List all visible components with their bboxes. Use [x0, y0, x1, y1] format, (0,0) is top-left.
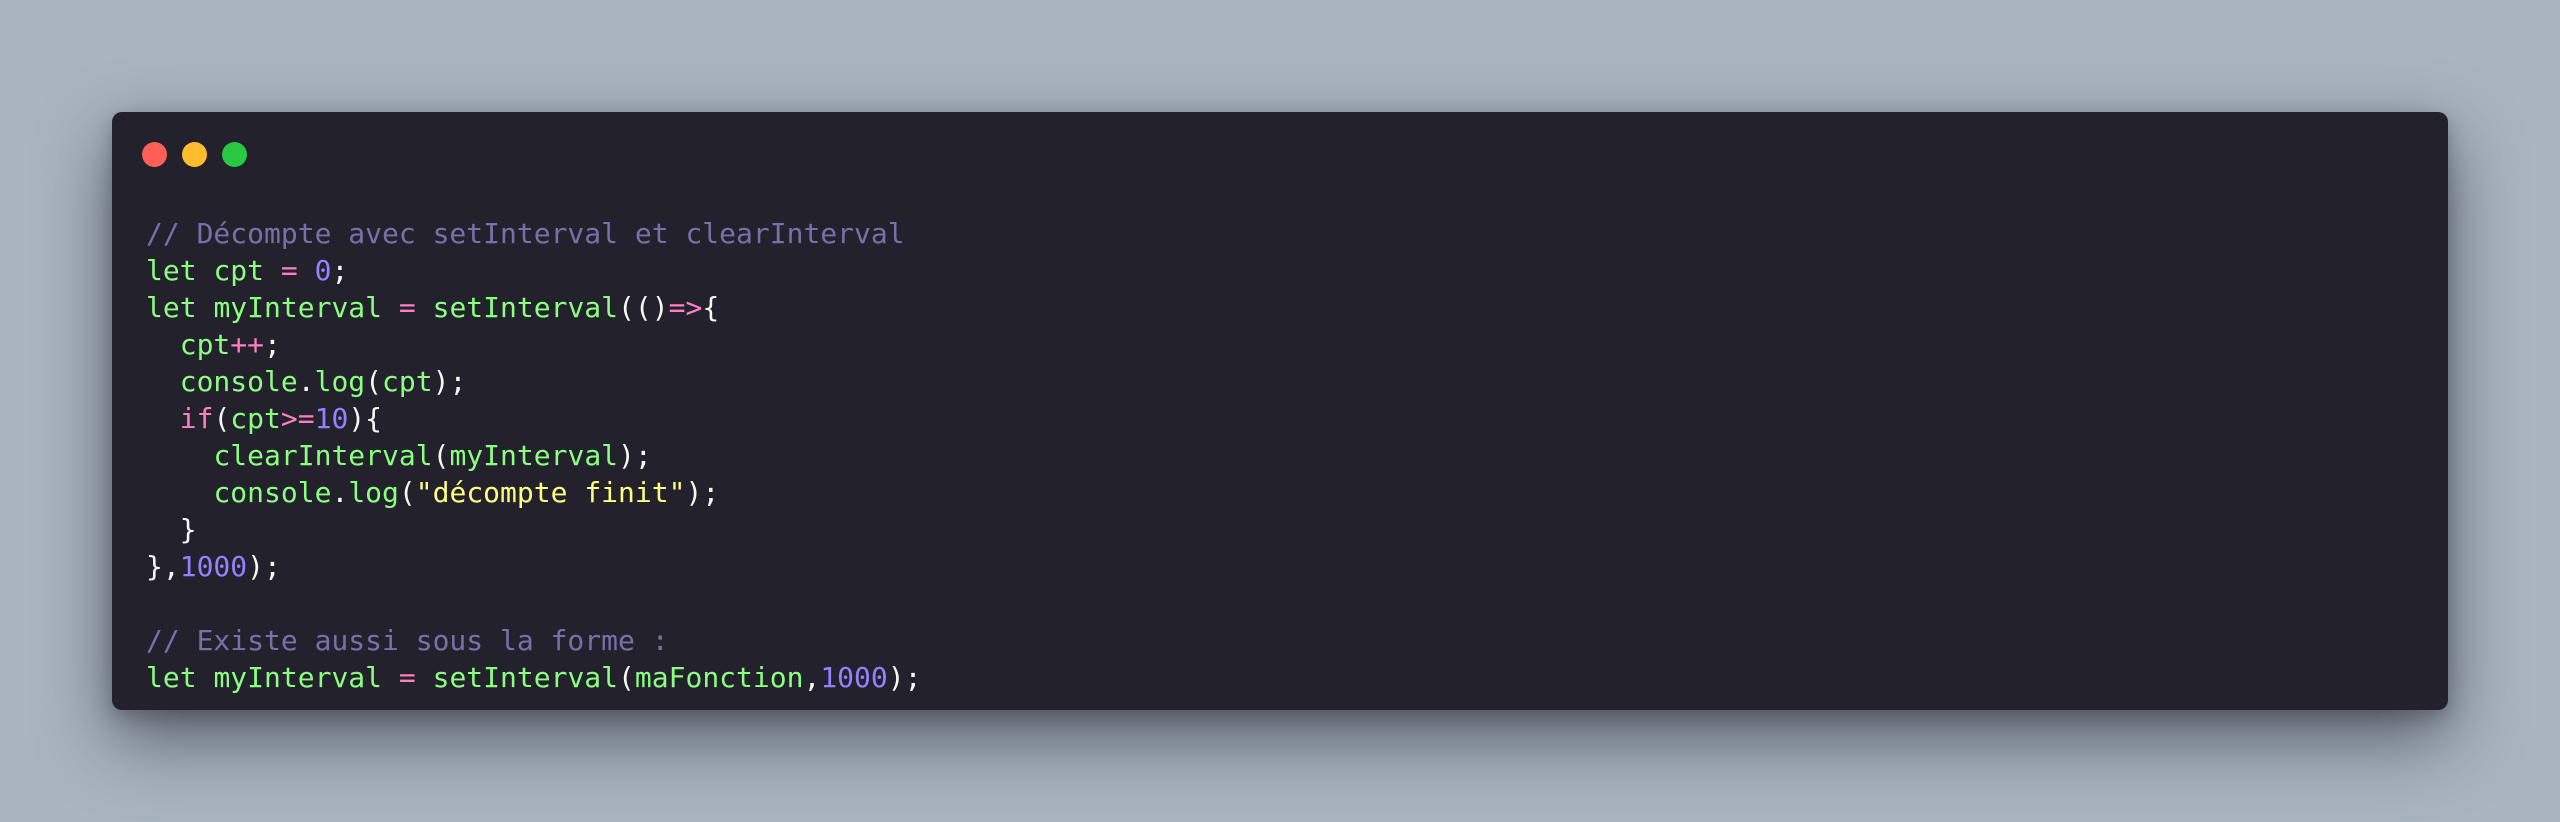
code-token-var: myInterval — [213, 291, 383, 324]
minimize-icon[interactable] — [182, 142, 207, 167]
code-token-op: = — [280, 254, 298, 287]
code-line: console.log("décompte finit"); — [146, 474, 921, 511]
code-token-punc: }, — [146, 550, 180, 583]
code-token-punc: ; — [331, 254, 349, 287]
code-token-punc: . — [297, 365, 315, 398]
code-token-punc: ( — [398, 476, 416, 509]
code-token-punc: ( — [365, 365, 383, 398]
code-token-var: cpt — [230, 402, 281, 435]
code-token-num: 1000 — [820, 661, 888, 694]
code-token-var: cpt — [179, 328, 231, 361]
code-token-punc: ); — [685, 476, 720, 509]
code-token-var: myInterval — [213, 661, 383, 694]
code-token-fn: log — [314, 365, 366, 398]
code-token-punc: ; — [264, 328, 281, 361]
code-token-var: cpt — [382, 365, 433, 398]
code-token-keyword: let — [146, 291, 197, 324]
code-token-comment: // Décompte avec setInterval et clearInt… — [146, 217, 905, 250]
code-token-punc: . — [331, 476, 349, 509]
code-line: },1000); — [146, 548, 921, 585]
code-token-var: myInterval — [449, 439, 619, 472]
code-token-comment: // Existe aussi sous la forme : — [146, 624, 669, 657]
code-token-punc: } — [146, 513, 197, 546]
code-line: let myInterval = setInterval(maFonction,… — [146, 659, 921, 696]
code-token-num: 0 — [314, 254, 332, 287]
code-block: // Décompte avec setInterval et clearInt… — [146, 215, 921, 696]
code-token-punc: (() — [618, 291, 669, 324]
code-line: clearInterval(myInterval); — [146, 437, 921, 474]
code-line: // Existe aussi sous la forme : — [146, 622, 921, 659]
code-token-punc: ( — [432, 439, 450, 472]
window-controls — [142, 142, 247, 167]
code-token-punc: ); — [887, 661, 922, 694]
code-token-punc: ); — [247, 550, 281, 583]
code-line: console.log(cpt); — [146, 363, 921, 400]
code-token-op: ++ — [230, 328, 265, 361]
code-token-keyword: let — [146, 661, 197, 694]
code-line: // Décompte avec setInterval et clearInt… — [146, 215, 921, 252]
code-token-op: = — [398, 291, 416, 324]
code-token-var: console — [213, 476, 332, 509]
code-token-fn: setInterval — [432, 661, 619, 694]
code-token-fn: setInterval — [432, 291, 619, 324]
code-window: // Décompte avec setInterval et clearInt… — [112, 112, 2448, 710]
code-token-op: = — [398, 661, 416, 694]
code-line: cpt++; — [146, 326, 921, 363]
code-token-var: console — [179, 365, 298, 398]
code-token-num: 1000 — [179, 550, 248, 583]
code-token-punc: ( — [213, 402, 231, 435]
code-token-ctrl: if — [179, 402, 214, 435]
maximize-icon[interactable] — [222, 142, 247, 167]
code-token-fn: clearInterval — [213, 439, 433, 472]
code-token-keyword: let — [146, 254, 197, 287]
code-line: } — [146, 511, 921, 548]
code-token-punc: ( — [618, 661, 635, 694]
code-line: let cpt = 0; — [146, 252, 921, 289]
code-token-op: => — [668, 291, 703, 324]
code-line: let myInterval = setInterval(()=>{ — [146, 289, 921, 326]
code-token-punc: { — [702, 291, 720, 324]
code-line: if(cpt>=10){ — [146, 400, 921, 437]
close-icon[interactable] — [142, 142, 167, 167]
code-token-var: maFonction — [634, 661, 804, 694]
code-token-punc: , — [803, 661, 821, 694]
code-token-num: 10 — [314, 402, 349, 435]
code-token-str: "décompte finit" — [415, 476, 686, 509]
code-token-var: cpt — [213, 254, 265, 287]
code-token-op: >= — [280, 402, 315, 435]
code-token-punc: ){ — [348, 402, 383, 435]
code-token-punc: ); — [618, 439, 652, 472]
code-token-punc: ); — [432, 365, 467, 398]
code-token-fn: log — [348, 476, 399, 509]
